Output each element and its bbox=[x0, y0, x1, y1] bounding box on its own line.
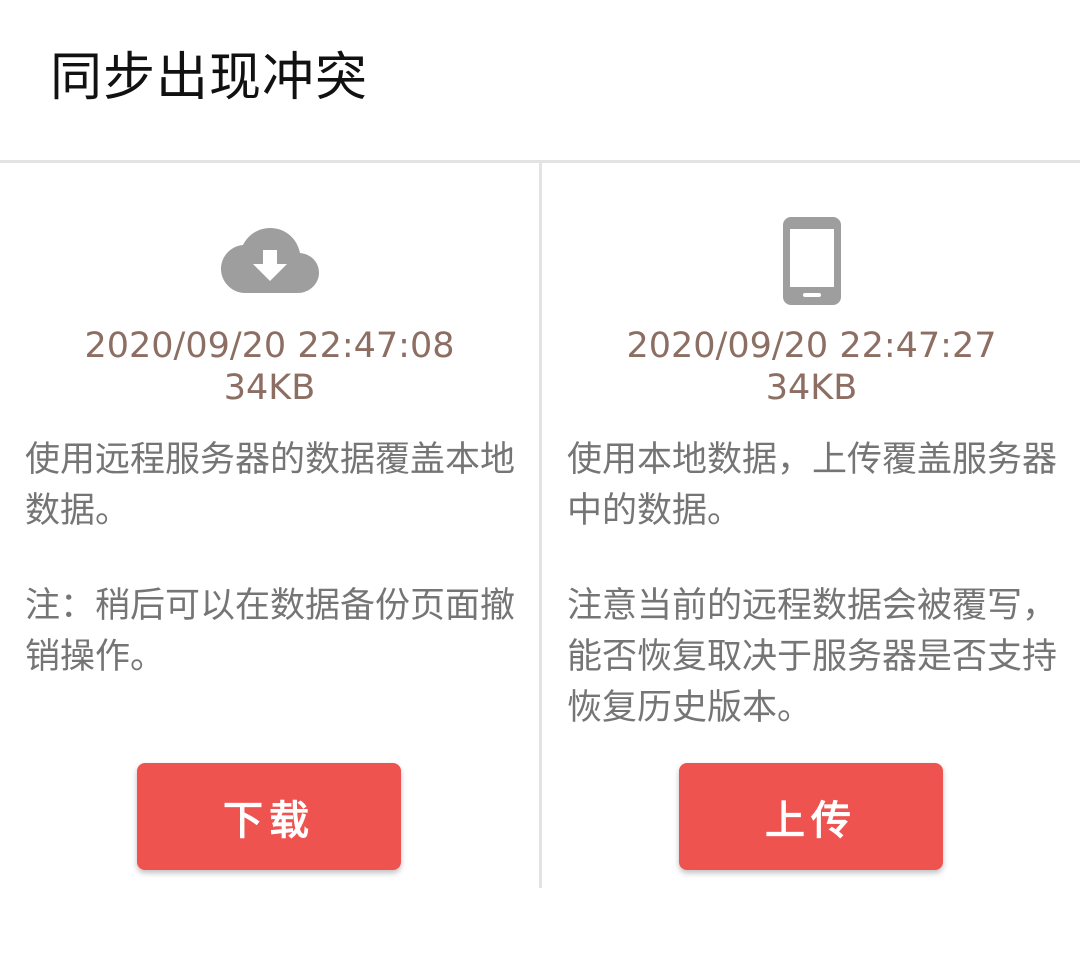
upload-button[interactable]: 上传 bbox=[679, 763, 943, 870]
local-note: 注意当前的远程数据会被覆写，能否恢复取决于服务器是否支持恢复历史版本。 bbox=[567, 586, 1058, 728]
cloud-download-icon bbox=[220, 228, 319, 293]
smartphone-icon bbox=[782, 217, 841, 305]
sync-conflict-dialog: 同步出现冲突 2020/09/20 22:47:08 34KB 使用远程服务器的… bbox=[0, 0, 1080, 961]
local-size: 34KB bbox=[765, 368, 858, 408]
local-panel: 2020/09/20 22:47:27 34KB 使用本地数据，上传覆盖服务器中… bbox=[542, 163, 1080, 888]
dialog-title: 同步出现冲突 bbox=[50, 48, 369, 108]
remote-panel: 2020/09/20 22:47:08 34KB 使用远程服务器的数据覆盖本地数… bbox=[0, 163, 539, 888]
remote-size: 34KB bbox=[223, 368, 316, 408]
local-timestamp: 2020/09/20 22:47:27 bbox=[626, 326, 997, 366]
remote-note: 注：稍后可以在数据备份页面撤销操作。 bbox=[25, 586, 516, 677]
remote-meta: 2020/09/20 22:47:08 34KB bbox=[0, 325, 539, 409]
remote-icon-wrap bbox=[0, 215, 539, 307]
local-description: 使用本地数据，上传覆盖服务器中的数据。 bbox=[567, 440, 1058, 531]
remote-description: 使用远程服务器的数据覆盖本地数据。 bbox=[25, 440, 516, 531]
local-icon-wrap bbox=[542, 215, 1080, 307]
local-meta: 2020/09/20 22:47:27 34KB bbox=[542, 325, 1080, 409]
remote-timestamp: 2020/09/20 22:47:08 bbox=[84, 326, 455, 366]
download-button[interactable]: 下载 bbox=[137, 763, 401, 870]
